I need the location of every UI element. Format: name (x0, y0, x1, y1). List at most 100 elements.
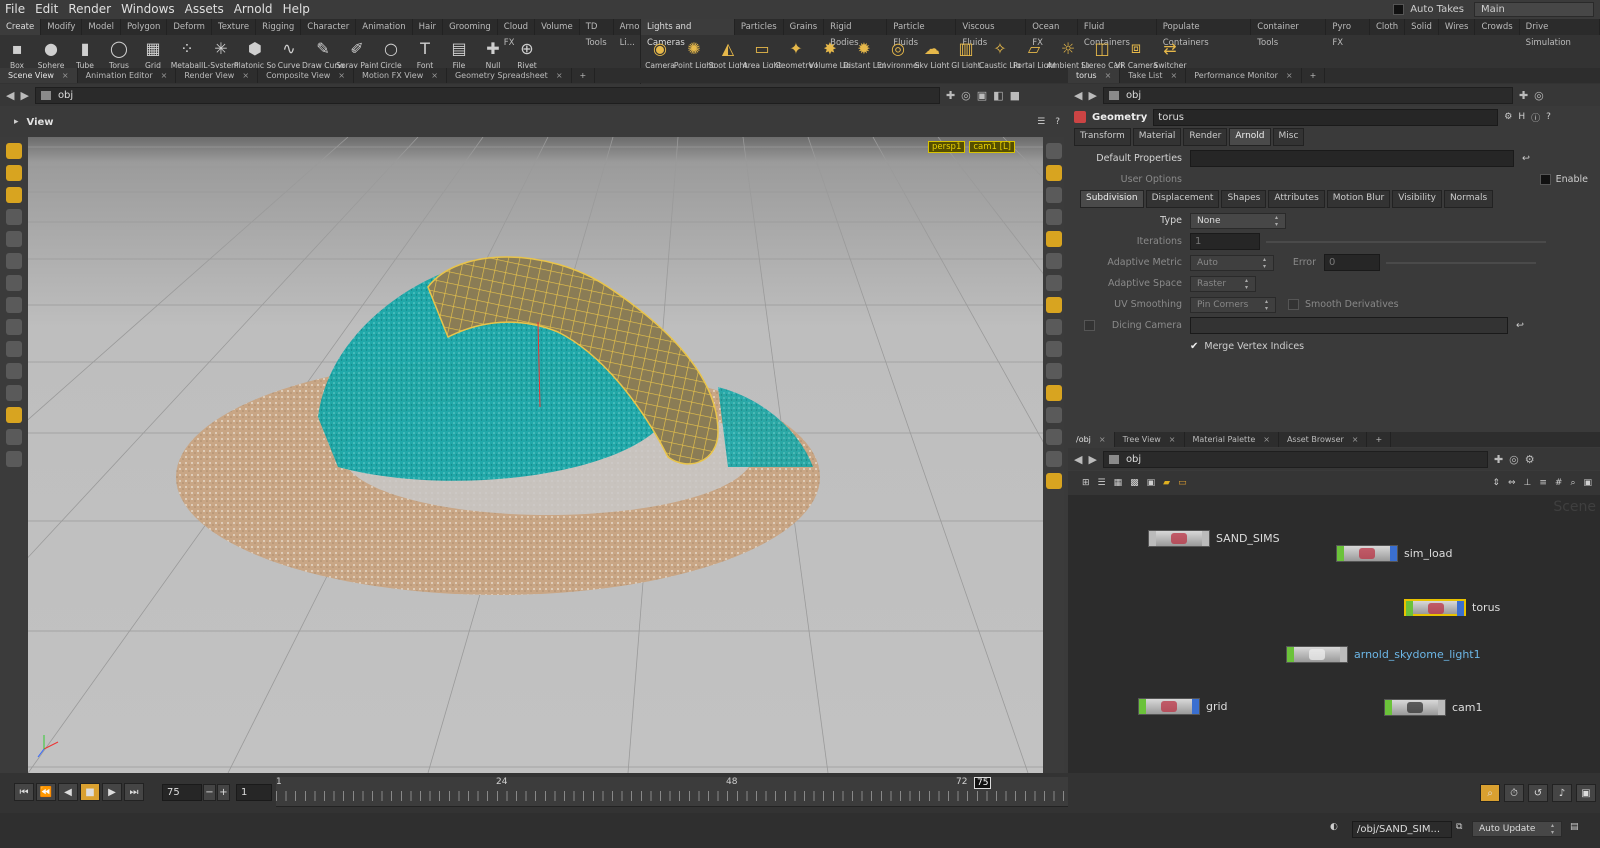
tool-spray-paint[interactable]: ✐ Spray Paint (336, 37, 378, 71)
uv-icon[interactable] (1045, 429, 1062, 445)
pane-tab-tree-view[interactable]: Tree View × (1115, 432, 1185, 447)
head-light-icon[interactable] (1045, 275, 1062, 291)
tool-spot-light[interactable]: ◭ Spot Light (709, 37, 748, 71)
shelf-tab-solid[interactable]: Solid (1405, 19, 1439, 35)
tool-gi-light[interactable]: ▥ GI Light (949, 37, 983, 71)
network-back-icon[interactable]: ◀ (1074, 453, 1082, 466)
menu-arnold[interactable]: Arnold (229, 0, 278, 19)
close-icon[interactable]: × (1352, 432, 1359, 447)
frame-decrement-button[interactable]: − (203, 784, 216, 801)
take-selector[interactable]: Main (1474, 2, 1594, 17)
pane-tab-motion-fx-view[interactable]: Motion FX View × (354, 68, 447, 83)
shelf-tab-texture[interactable]: Texture (212, 19, 257, 35)
range-start-field[interactable]: 1 (236, 784, 272, 801)
menu-help[interactable]: Help (278, 0, 315, 19)
thumbnails-icon[interactable]: ▦ (1114, 478, 1123, 488)
network-link-icon[interactable]: ◎ (1509, 453, 1519, 466)
connect-icon[interactable]: ≡ (1539, 478, 1547, 488)
viewer-menu-icon[interactable]: ▸ (14, 117, 19, 127)
jump-start-button[interactable]: ⏮ (14, 783, 34, 801)
camera-view-icon[interactable] (1045, 297, 1062, 313)
tool-metaball[interactable]: ⁘ Metaball (170, 37, 204, 71)
points-icon[interactable] (1045, 341, 1062, 357)
menu-edit[interactable]: Edit (30, 0, 63, 19)
lock-camera-icon[interactable] (1045, 165, 1062, 181)
menu-windows[interactable]: Windows (116, 0, 180, 19)
link-icon[interactable]: ◎ (961, 89, 971, 102)
tool-volume-light[interactable]: ✸Volume Light (809, 37, 851, 71)
default-properties-field[interactable] (1190, 150, 1514, 167)
shelf-tab-character[interactable]: Character (301, 19, 357, 35)
update-mode-icon[interactable]: ⧉ (1456, 822, 1462, 832)
numbers-icon[interactable] (1045, 407, 1062, 423)
param-back-icon[interactable]: ◀ (1074, 89, 1082, 102)
param-tab-motion-blur[interactable]: Motion Blur (1326, 190, 1391, 208)
tool-curve[interactable]: ∿ Curve (272, 37, 306, 71)
playhead[interactable]: 75 (974, 777, 992, 789)
close-icon[interactable]: × (1171, 68, 1178, 83)
tool-point-light[interactable]: ✺ Point Light (674, 37, 714, 71)
tool-area-light[interactable]: ▭ Area Light (743, 37, 782, 71)
shelf-tab-wires[interactable]: Wires (1439, 19, 1476, 35)
dicing-camera-checkbox[interactable] (1084, 320, 1095, 331)
shelf-tab-td-tools[interactable]: TD Tools (580, 19, 614, 48)
shelf-tab-grooming[interactable]: Grooming (443, 19, 498, 35)
viewer-options-icon[interactable]: ☰ (1037, 117, 1045, 127)
flipbook-icon[interactable] (6, 451, 22, 467)
lasso-select-icon[interactable] (6, 187, 22, 203)
close-icon[interactable]: × (1099, 432, 1106, 447)
shelf-tab-create[interactable]: Create (0, 19, 42, 35)
bulb-icon[interactable] (1045, 253, 1062, 269)
maximize-icon[interactable]: ■ (1010, 89, 1020, 102)
grid-snap-icon[interactable]: # (1555, 478, 1563, 488)
tool-grid[interactable]: ▦ Grid (136, 37, 170, 71)
pane-tab-asset-browser[interactable]: Asset Browser × (1279, 432, 1368, 447)
network-pin-icon[interactable]: ✚ (1494, 453, 1503, 466)
tool-sky-light[interactable]: ☁ Sky Light (915, 37, 950, 71)
uv-smoothing-select[interactable]: Pin Corners (1190, 296, 1276, 313)
cam1-camera-menu[interactable]: cam1 [L] (969, 141, 1015, 153)
tool-distant-light[interactable]: ✹Distant Light (843, 37, 885, 71)
tool-rivet[interactable]: ⊕ Rivet (510, 37, 544, 71)
node-sim-load[interactable]: sim_load (1336, 545, 1453, 562)
close-icon[interactable]: × (1105, 68, 1112, 83)
shelf-tab-cloth[interactable]: Cloth (1370, 19, 1406, 35)
tool-portal-light[interactable]: ▱ Portal Light (1013, 37, 1055, 71)
3d-viewport[interactable]: persp1 cam1 [L] (28, 137, 1043, 773)
iterations-field[interactable]: 1 (1190, 233, 1260, 250)
param-tab-shapes[interactable]: Shapes (1221, 190, 1267, 208)
eye-icon[interactable] (1045, 143, 1062, 159)
render-region-icon[interactable] (6, 429, 22, 445)
close-icon[interactable]: × (338, 68, 345, 83)
shelf-tab-drive-simulation[interactable]: Drive Simulation (1520, 19, 1600, 48)
network-editor[interactable]: Scene SAND_SIMS sim_load torus arnold_sk… (1068, 495, 1600, 773)
network-gear-icon[interactable]: ⚙ (1525, 453, 1535, 466)
tool-l-system[interactable]: ✳ L-System (203, 37, 238, 71)
close-icon[interactable]: × (242, 68, 249, 83)
param-forward-icon[interactable]: ▶ (1088, 89, 1096, 102)
background-icon[interactable] (1045, 473, 1062, 489)
shelf-tab-container-tools[interactable]: Container Tools (1251, 19, 1327, 48)
key-search-icon[interactable]: ⌕ (1480, 784, 1500, 802)
shading-icon[interactable] (1045, 209, 1062, 225)
shelf-tab-fluid-containers[interactable]: Fluid Containers (1078, 19, 1157, 48)
back-arrow-icon[interactable]: ◀ (6, 89, 14, 102)
auto-takes-checkbox[interactable] (1393, 4, 1405, 15)
shelf-tab-hair[interactable]: Hair (413, 19, 444, 35)
close-icon[interactable]: × (556, 68, 563, 83)
display-icon[interactable]: ▣ (977, 89, 987, 102)
param-tab-attributes[interactable]: Attributes (1268, 190, 1325, 208)
node-torus[interactable]: torus (1404, 599, 1500, 616)
shelf-tab-viscous-fluids[interactable]: Viscous Fluids (956, 19, 1027, 48)
param-tab-normals[interactable]: Normals (1443, 190, 1494, 208)
menu-render[interactable]: Render (63, 0, 116, 19)
error-slider[interactable] (1386, 261, 1536, 264)
pane-tab-scene-view[interactable]: Scene View × (0, 68, 78, 83)
snap-multi-icon[interactable] (6, 385, 22, 401)
info-icon[interactable]: ⓘ (1531, 111, 1540, 124)
shadow-icon[interactable] (1045, 319, 1062, 335)
light-icon[interactable] (1045, 231, 1062, 247)
shelf-tab-model[interactable]: Model (82, 19, 121, 35)
smooth-derivatives-checkbox[interactable] (1288, 299, 1299, 310)
tool-null[interactable]: ✚ Null (476, 37, 510, 71)
